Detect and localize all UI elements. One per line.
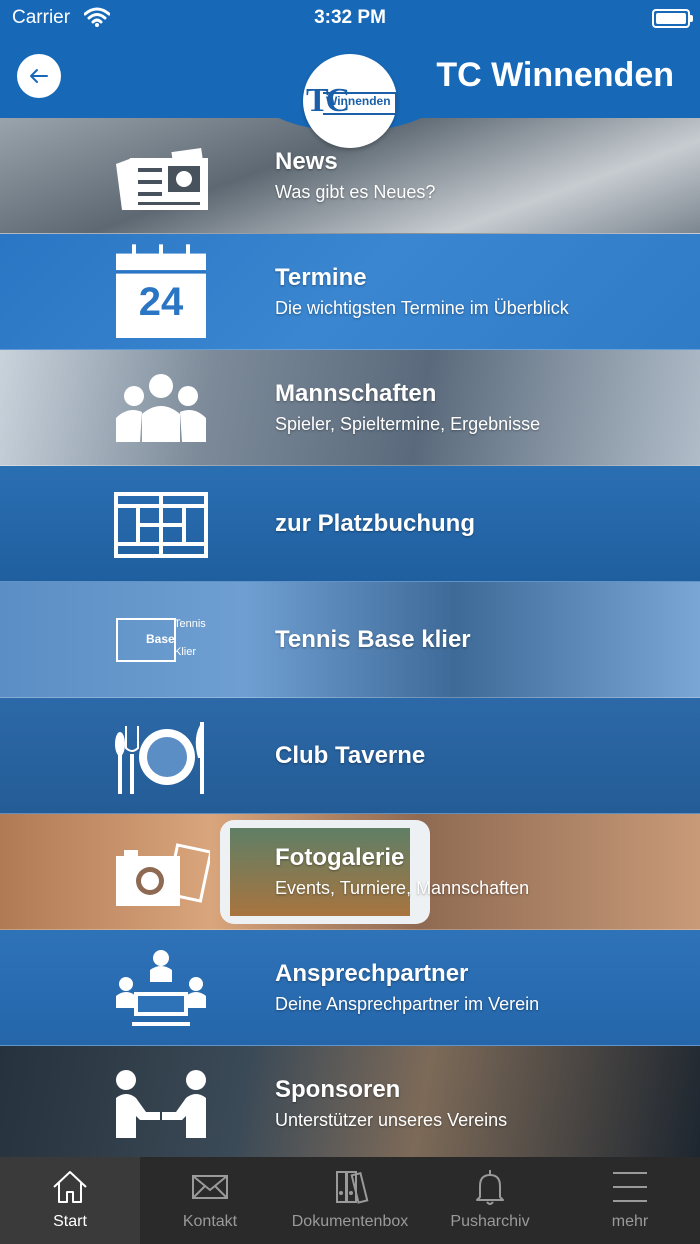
menu-subtitle: Spieler, Spieltermine, Ergebnisse <box>275 414 541 434</box>
menu-item-termine[interactable]: 24 Termine Die wichtigsten Termine im Üb… <box>0 234 700 350</box>
contact-persons-icon <box>116 950 206 1026</box>
menu-title: News <box>275 148 338 175</box>
tab-label: mehr <box>611 1213 649 1230</box>
menu-item-ansprechpartner[interactable]: Ansprechpartner Deine Ansprechpartner im… <box>0 930 700 1046</box>
logo-text: Winnenden <box>326 94 391 108</box>
menu-item-mannschaften[interactable]: Mannschaften Spieler, Spieltermine, Erge… <box>0 350 700 466</box>
tab-label: Pusharchiv <box>450 1213 530 1230</box>
menu-title: Mannschaften <box>275 380 437 407</box>
back-button[interactable] <box>17 54 61 98</box>
tab-dokumentenbox[interactable]: Dokumentenbox <box>280 1157 420 1244</box>
team-icon <box>116 374 206 442</box>
menu-subtitle: Was gibt es Neues? <box>275 182 436 202</box>
tab-kontakt[interactable]: Kontakt <box>140 1157 280 1244</box>
tab-label: Dokumentenbox <box>291 1213 409 1230</box>
tab-start[interactable]: Start <box>0 1157 140 1244</box>
tab-bar: Start Kontakt Dokumentenbox Pusharchiv m… <box>0 1157 700 1244</box>
tab-label: Kontakt <box>182 1213 238 1230</box>
menu-title: Ansprechpartner <box>275 960 469 987</box>
menu-item-platzbuchung[interactable]: zur Platzbuchung <box>0 466 700 582</box>
menu-list: News Was gibt es Neues? 24 Termine Die w… <box>0 118 700 1161</box>
handshake-icon <box>116 1070 206 1138</box>
menu-title: Club Taverne <box>275 742 426 769</box>
menu-item-club-taverne[interactable]: Club Taverne <box>0 698 700 814</box>
page-title: TC Winnenden <box>436 56 674 94</box>
menu-item-sponsoren[interactable]: Sponsoren Unterstützer unseres Vereins <box>0 1046 700 1161</box>
binders-icon <box>336 1171 369 1204</box>
club-logo: TC Winnenden <box>303 54 397 148</box>
restaurant-icon <box>115 722 204 794</box>
menu-item-tennis-base[interactable]: Tennis Base Klier Tennis Base klier <box>0 582 700 698</box>
newspaper-icon <box>116 147 208 210</box>
menu-subtitle: Die wichtigsten Termine im Überblick <box>275 298 569 318</box>
court-icon <box>114 492 208 558</box>
calendar-day: 24 <box>138 280 184 324</box>
menu-subtitle: Unterstützer unseres Vereins <box>275 1110 508 1130</box>
home-icon <box>53 1171 87 1203</box>
menu-title: Sponsoren <box>275 1076 401 1103</box>
status-bar: Carrier 3:32 PM <box>0 0 700 36</box>
menu-icon <box>613 1172 647 1202</box>
menu-title: Tennis Base klier <box>275 626 471 653</box>
battery-icon <box>652 9 693 28</box>
tab-pusharchiv[interactable]: Pusharchiv <box>420 1157 560 1244</box>
arrow-left-icon <box>30 69 48 83</box>
tennis-base-logo: Tennis Base Klier <box>116 618 206 662</box>
menu-title: Fotogalerie <box>275 844 405 871</box>
clock: 3:32 PM <box>314 7 386 28</box>
menu-title: Termine <box>275 264 367 291</box>
camera-icon <box>116 843 210 906</box>
menu-title: zur Platzbuchung <box>275 510 475 537</box>
tab-mehr[interactable]: mehr <box>560 1157 700 1244</box>
menu-subtitle: Events, Turniere, Mannschaften <box>275 878 530 898</box>
menu-item-fotogalerie[interactable]: Fotogalerie Events, Turniere, Mannschaft… <box>0 814 700 930</box>
tab-label: Start <box>53 1213 87 1230</box>
menu-subtitle: Deine Ansprechpartner im Verein <box>275 994 540 1014</box>
bell-icon <box>476 1170 504 1205</box>
mail-icon <box>192 1175 228 1199</box>
